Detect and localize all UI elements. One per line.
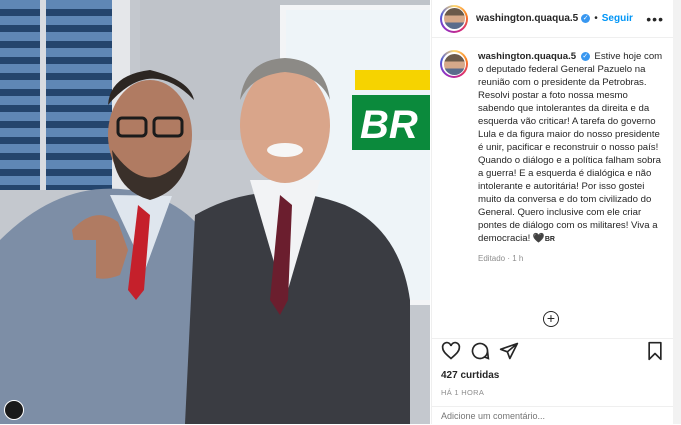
verified-icon: ✓ [581, 14, 591, 23]
caption-avatar[interactable] [440, 50, 468, 78]
post-panel: washington.quaqua.5 ✓ • Seguir ••• washi… [431, 0, 674, 424]
header-username[interactable]: washington.quaqua.5 [476, 13, 578, 24]
caption-body: washington.quaqua.5 ✓ Estive hoje com o … [478, 50, 664, 265]
edited-label: Editado · 1 h [478, 254, 524, 263]
add-comments-icon[interactable]: + [543, 311, 559, 327]
sign-text: BR [360, 103, 418, 147]
account-icon[interactable] [4, 400, 24, 420]
likes-count[interactable]: 427 curtidas [441, 370, 499, 381]
caption-verified-icon: ✓ [580, 51, 590, 61]
post-photo[interactable]: BR [0, 0, 430, 424]
comment-input[interactable] [441, 411, 641, 421]
petrobras-logo: BR [352, 70, 430, 150]
page-edge [673, 0, 681, 424]
post-header: washington.quaqua.5 ✓ • Seguir ••• [432, 0, 674, 38]
action-bar [432, 338, 674, 363]
save-icon[interactable] [646, 341, 664, 361]
comment-box [432, 406, 674, 425]
caption-username[interactable]: washington.quaqua.5 [478, 51, 576, 62]
follow-button[interactable]: Seguir [602, 13, 633, 24]
photo-scene: BR [0, 0, 430, 424]
more-options-icon[interactable]: ••• [646, 11, 664, 27]
caption-tail: BR [544, 236, 555, 243]
share-icon[interactable] [499, 341, 519, 361]
heart-icon[interactable] [441, 341, 461, 361]
caption-text: Estive hoje com o deputado federal Gener… [478, 51, 663, 244]
separator: • [594, 13, 598, 24]
window-blinds [0, 0, 128, 190]
post-time[interactable]: HÁ 1 HORA [441, 388, 484, 397]
comment-icon[interactable] [470, 341, 490, 361]
avatar[interactable] [440, 4, 468, 33]
caption: washington.quaqua.5 ✓ Estive hoje com o … [432, 38, 674, 265]
